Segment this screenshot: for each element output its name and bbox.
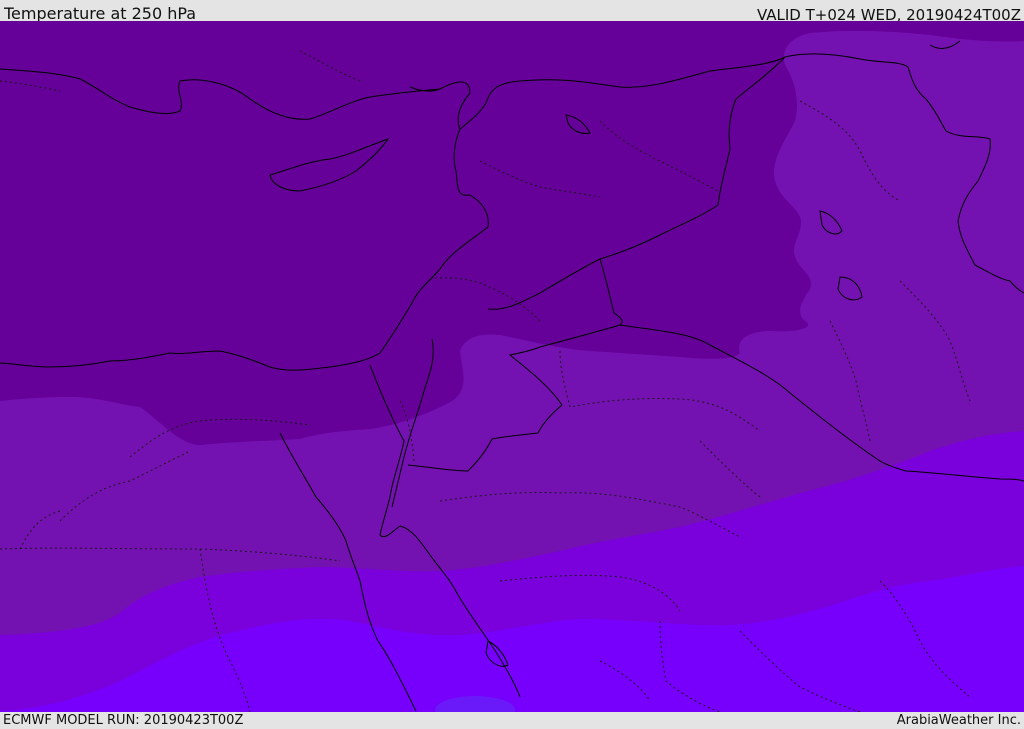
weather-map[interactable] [0,21,1024,712]
credit-label: ArabiaWeather Inc. [896,713,1021,728]
model-run-label: ECMWF MODEL RUN: 20190423T00Z [3,713,244,728]
footer-bar: ECMWF MODEL RUN: 20190423T00Z ArabiaWeat… [0,712,1024,729]
header-bar: Temperature at 250 hPa VALID T+024 WED, … [0,0,1024,24]
map-canvas [0,21,1024,712]
